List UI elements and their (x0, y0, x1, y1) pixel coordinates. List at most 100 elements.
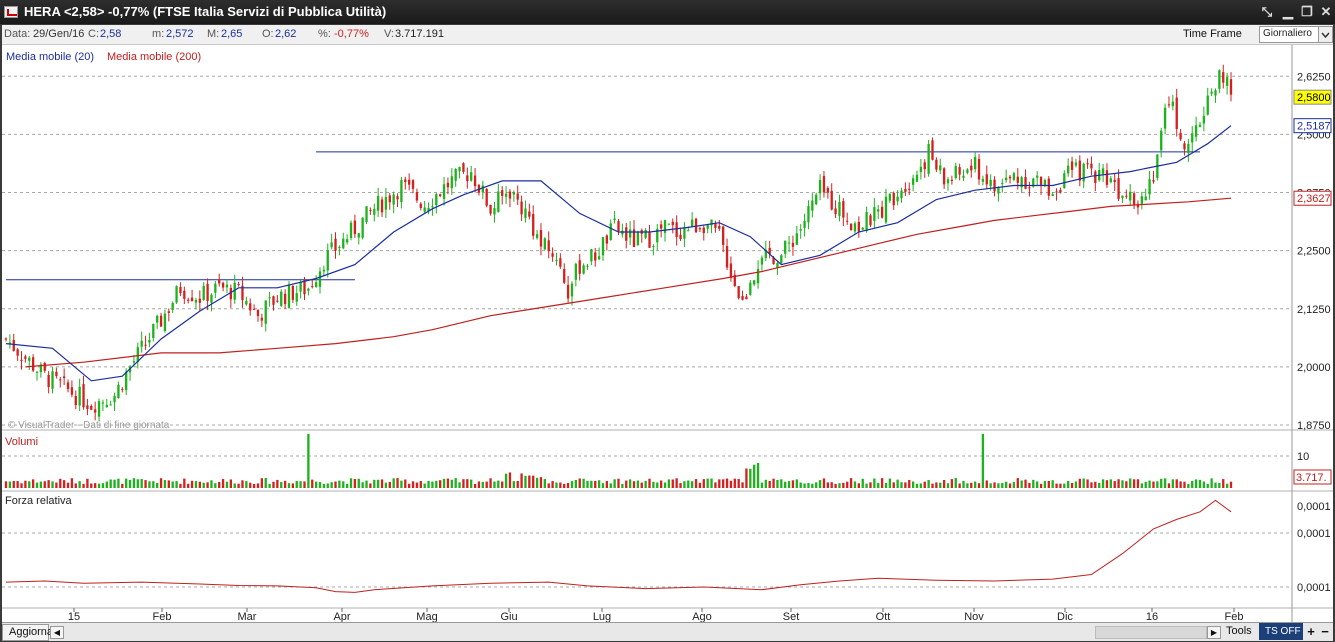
candle-body (31, 357, 35, 371)
volume-bar (597, 480, 601, 488)
candle-body (268, 297, 271, 299)
refresh-button[interactable]: Aggiorna (2, 624, 53, 641)
scroll-left-icon[interactable]: ◀ (50, 626, 64, 639)
volume-bar (229, 479, 233, 488)
candle-body (787, 242, 791, 244)
candle-body (1109, 178, 1112, 183)
window-titlebar: HERA <2,58> -0,77% (FTSE Italia Servizi … (0, 0, 1335, 24)
volume-bar (497, 480, 500, 488)
candle-body (314, 282, 318, 288)
volume-bar (524, 475, 527, 488)
window-title: HERA <2,58> -0,77% (FTSE Italia Servizi … (24, 4, 387, 19)
chevron-down-icon[interactable] (1318, 27, 1332, 42)
volume-bar (489, 478, 492, 488)
volume-bar (787, 481, 791, 488)
max-label: M: (207, 28, 220, 40)
volume-bar (780, 479, 783, 488)
candle-body (1144, 196, 1147, 201)
volume-bar (915, 483, 919, 488)
volume-bar (218, 481, 221, 488)
rs-last-label: 0,0001 (1297, 501, 1331, 513)
candle-body (1074, 162, 1078, 166)
volume-bar (722, 479, 725, 488)
candle-body (625, 227, 628, 241)
volume-bar (663, 482, 667, 488)
candle-body (1047, 178, 1050, 196)
candle-body (276, 300, 279, 302)
volume-bar (388, 481, 391, 488)
tools-label[interactable]: Tools (1226, 625, 1252, 637)
candle-body (977, 158, 981, 180)
volume-bar (1090, 482, 1093, 488)
timeframe-select[interactable]: Giornaliero (1259, 26, 1333, 43)
candle-body (1214, 90, 1217, 96)
volume-bar (1132, 479, 1136, 488)
volume-bar (458, 482, 461, 488)
candle-body (214, 283, 217, 293)
volume-bar (101, 483, 105, 488)
candle-body (667, 223, 671, 225)
candle-body (43, 362, 46, 371)
candle-body (345, 239, 349, 243)
volume-bar (1020, 480, 1023, 488)
volume-bar (31, 479, 35, 488)
volume-bar (214, 483, 217, 488)
zoom-out-button[interactable]: − (1318, 624, 1332, 639)
volume-bar (117, 478, 120, 488)
volume-bar (671, 479, 674, 488)
candle-body (973, 156, 977, 170)
candle-body (442, 184, 446, 199)
volume-bar (698, 482, 702, 488)
price-tick-label: 2,2500 (1297, 246, 1331, 258)
min-value: 2,572 (166, 28, 194, 40)
candle-body (590, 249, 593, 262)
volume-bar (1043, 481, 1047, 488)
x-tick-label: Feb (1225, 611, 1244, 622)
tools-icon[interactable]: ⤡ (1258, 3, 1276, 21)
volume-bar (1074, 481, 1078, 488)
ma200-line (25, 197, 1232, 368)
volume-bar (803, 483, 806, 488)
volume-bar (159, 478, 163, 488)
chart-area[interactable]: 2,62502,50002,37502,25002,12502,00001,87… (2, 45, 1333, 622)
price-tick-label: 1,8750 (1297, 420, 1331, 432)
maximize-button[interactable]: ❐ (1298, 3, 1316, 21)
candle-body (404, 179, 407, 183)
candle-body (671, 221, 674, 226)
zoom-in-button[interactable]: + (1304, 624, 1318, 639)
scrollbar-thumb[interactable] (1095, 626, 1207, 639)
volume-bar (66, 482, 70, 488)
candle-body (780, 255, 783, 263)
volume-bar (985, 480, 988, 488)
volume-bar (733, 478, 736, 488)
volume-bar (473, 483, 477, 488)
candle-body (1206, 95, 1209, 115)
candle-body (62, 376, 66, 378)
volume-label: V: (384, 28, 394, 40)
price-chart-svg[interactable]: 2,62502,50002,37502,25002,12502,00001,87… (2, 45, 1333, 622)
candle-body (791, 242, 795, 247)
scroll-right-icon[interactable]: ▶ (1207, 626, 1221, 639)
volume-bar (1117, 479, 1120, 488)
candle-body (966, 169, 969, 173)
candle-body (648, 231, 651, 248)
volume-bar (954, 478, 957, 488)
volume-bar (551, 481, 554, 488)
volume-bar (683, 481, 686, 488)
volume-bar (1175, 479, 1178, 488)
ts-off-button[interactable]: TS OFF (1259, 623, 1303, 640)
x-tick-label: Giu (500, 611, 517, 622)
volume-bar (311, 479, 314, 488)
volume-bar (1171, 479, 1175, 488)
candle-body (1024, 176, 1027, 189)
candle-body (55, 371, 58, 377)
minimize-button[interactable]: ▁ (1279, 3, 1297, 21)
volume-bar (1008, 483, 1012, 488)
close-button[interactable]: ✕ (1317, 3, 1335, 21)
volume-bar (578, 478, 581, 488)
candle-body (617, 221, 620, 232)
candle-body (520, 201, 523, 215)
candle-body (609, 223, 612, 241)
volume-bar (842, 482, 845, 488)
candle-body (12, 339, 15, 351)
